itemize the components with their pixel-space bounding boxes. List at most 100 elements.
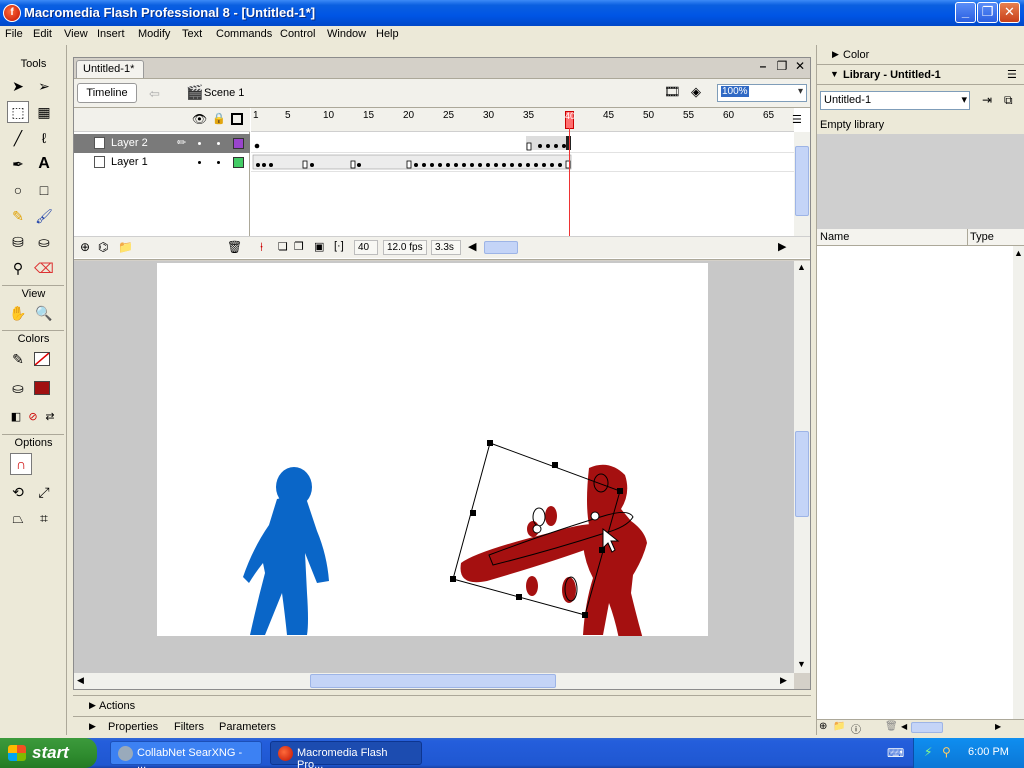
- scroll-up-icon[interactable]: ▲: [1014, 248, 1023, 258]
- lock-icon[interactable]: 🔒: [212, 112, 226, 125]
- minimize-button[interactable]: _: [955, 2, 976, 23]
- rectangle-icon[interactable]: □: [33, 179, 55, 201]
- onion-markers-icon[interactable]: [·]: [334, 240, 344, 252]
- stage-hscroll-thumb[interactable]: [310, 674, 556, 688]
- brush-icon[interactable]: 🖌: [33, 205, 55, 227]
- eye-icon[interactable]: 👁: [192, 112, 207, 126]
- panel-menu-icon[interactable]: ☰: [1007, 68, 1017, 81]
- collapse-arrow-icon[interactable]: ▼: [830, 69, 839, 79]
- filters-tab[interactable]: Filters: [174, 721, 204, 733]
- menu-modify[interactable]: Modify: [138, 28, 170, 40]
- menu-file[interactable]: File: [5, 28, 23, 40]
- zoom-icon[interactable]: 🔍: [33, 302, 55, 324]
- layer-row-2[interactable]: Layer 2 ✏: [74, 134, 250, 153]
- fps-field[interactable]: 12.0 fps: [383, 240, 427, 255]
- close-button[interactable]: ✕: [999, 2, 1020, 23]
- expand-arrow-icon[interactable]: ▶: [89, 721, 96, 732]
- snap-magnet-icon[interactable]: ∩: [10, 453, 32, 475]
- delete-icon[interactable]: 🗑: [885, 721, 898, 732]
- timeline-menu-icon[interactable]: ☰: [792, 113, 802, 126]
- keyboard-icon[interactable]: ⌨: [887, 746, 904, 760]
- pen-icon[interactable]: ✒: [7, 153, 29, 175]
- expand-arrow-icon[interactable]: ▶: [832, 49, 839, 60]
- col-name[interactable]: Name: [820, 231, 849, 243]
- fill-color-swatch[interactable]: [34, 381, 50, 395]
- center-frame-icon[interactable]: ⍿: [260, 240, 263, 255]
- edit-symbols-icon[interactable]: ◈: [691, 84, 701, 100]
- distort-icon[interactable]: ⏢: [7, 507, 29, 529]
- menu-text[interactable]: Text: [182, 28, 202, 40]
- menu-insert[interactable]: Insert: [97, 28, 125, 40]
- stage-hscroll[interactable]: ◀ ▶: [74, 673, 794, 689]
- chevron-down-icon[interactable]: ▾: [961, 93, 967, 106]
- menu-window[interactable]: Window: [327, 28, 366, 40]
- layer-color-box[interactable]: [233, 138, 244, 149]
- pasteboard[interactable]: [74, 261, 794, 673]
- outline-square-icon[interactable]: [231, 113, 243, 125]
- clock[interactable]: 6:00 PM: [968, 746, 1009, 758]
- add-layer-icon[interactable]: ⊕: [80, 240, 90, 254]
- ink-bottle-icon[interactable]: ⛁: [7, 231, 29, 253]
- document-tab[interactable]: Untitled-1*: [76, 60, 144, 78]
- rotate-skew-icon[interactable]: ⟲: [7, 481, 29, 503]
- frame-area[interactable]: 1 5 10 15 20 25 30 35 45 50 55 60 65 40: [251, 108, 794, 236]
- add-folder-icon[interactable]: 📁: [118, 240, 133, 254]
- edit-scene-icon[interactable]: 🎞: [664, 84, 681, 100]
- scroll-right-icon[interactable]: ▶: [995, 722, 1001, 731]
- stage[interactable]: [157, 263, 708, 639]
- library-panel-header[interactable]: ▼ Library - Untitled-1 ☰: [817, 65, 1024, 85]
- stage-vscroll[interactable]: ▲ ▼: [794, 261, 810, 673]
- timeline-hscroll-thumb[interactable]: [484, 241, 518, 254]
- search-icon[interactable]: ⚲: [942, 745, 951, 759]
- pencil-icon[interactable]: ✎: [7, 205, 29, 227]
- network-icon[interactable]: ⚡: [924, 745, 932, 759]
- layer-row-1[interactable]: Layer 1: [74, 153, 250, 172]
- doc-close-icon[interactable]: ✕: [792, 59, 808, 75]
- scroll-right-icon[interactable]: ▶: [778, 240, 786, 253]
- task-flash[interactable]: Macromedia Flash Pro...: [270, 741, 422, 768]
- properties-tab[interactable]: Properties: [108, 721, 158, 733]
- frame-row-layer-1[interactable]: [251, 153, 794, 172]
- eraser-icon[interactable]: ⌫: [33, 257, 55, 279]
- free-transform-icon[interactable]: ⬚: [7, 101, 29, 123]
- text-tool-icon[interactable]: A: [33, 153, 55, 175]
- line-icon[interactable]: ╱: [7, 127, 29, 149]
- color-panel-header[interactable]: ▶ Color: [817, 45, 1024, 65]
- back-arrow-icon[interactable]: ⇦: [149, 86, 160, 102]
- edit-multiple-icon[interactable]: ▣: [314, 240, 324, 253]
- fill-transform-icon[interactable]: ▦: [33, 101, 55, 123]
- properties-icon[interactable]: ⓘ: [851, 721, 861, 736]
- library-list[interactable]: [817, 246, 1013, 719]
- onion-skin-icon[interactable]: ❏: [278, 240, 288, 253]
- scale-icon[interactable]: ⤢: [33, 481, 55, 503]
- scroll-down-icon[interactable]: ▼: [797, 659, 806, 669]
- scroll-left-icon[interactable]: ◀: [77, 675, 84, 686]
- col-type[interactable]: Type: [970, 231, 994, 243]
- oval-icon[interactable]: ○: [7, 179, 29, 201]
- eyedropper-icon[interactable]: ⚲: [7, 257, 29, 279]
- scroll-left-icon[interactable]: ◀: [901, 722, 907, 731]
- maximize-button[interactable]: ❐: [977, 2, 998, 23]
- scroll-up-icon[interactable]: ▲: [797, 262, 806, 272]
- timeline-vscroll[interactable]: [794, 132, 810, 236]
- layer-color-box[interactable]: [233, 157, 244, 168]
- menu-edit[interactable]: Edit: [33, 28, 52, 40]
- actions-panel-header[interactable]: ▶ Actions: [73, 695, 811, 715]
- lasso-icon[interactable]: ℓ: [33, 127, 55, 149]
- onion-outline-icon[interactable]: ❐: [294, 240, 304, 253]
- selection-arrow-icon[interactable]: ➤: [7, 75, 29, 97]
- doc-minimize-icon[interactable]: –: [755, 59, 771, 75]
- trash-icon[interactable]: 🗑: [227, 240, 242, 254]
- library-select[interactable]: Untitled-1 ▾: [820, 91, 970, 110]
- start-button[interactable]: start: [0, 738, 97, 768]
- frame-row-layer-2[interactable]: [251, 134, 794, 153]
- stage-artwork[interactable]: [157, 263, 708, 639]
- scroll-left-icon[interactable]: ◀: [468, 240, 476, 253]
- subselection-arrow-icon[interactable]: ➢: [33, 75, 55, 97]
- properties-panel-header[interactable]: ▶ Properties Filters Parameters: [73, 716, 811, 736]
- task-searxng[interactable]: CollabNet SearXNG - ...: [110, 741, 262, 768]
- frame-ruler[interactable]: 1 5 10 15 20 25 30 35 45 50 55 60 65: [251, 108, 794, 132]
- menu-help[interactable]: Help: [376, 28, 399, 40]
- hand-icon[interactable]: ✋: [7, 302, 29, 324]
- stage-vscroll-thumb[interactable]: [795, 431, 809, 517]
